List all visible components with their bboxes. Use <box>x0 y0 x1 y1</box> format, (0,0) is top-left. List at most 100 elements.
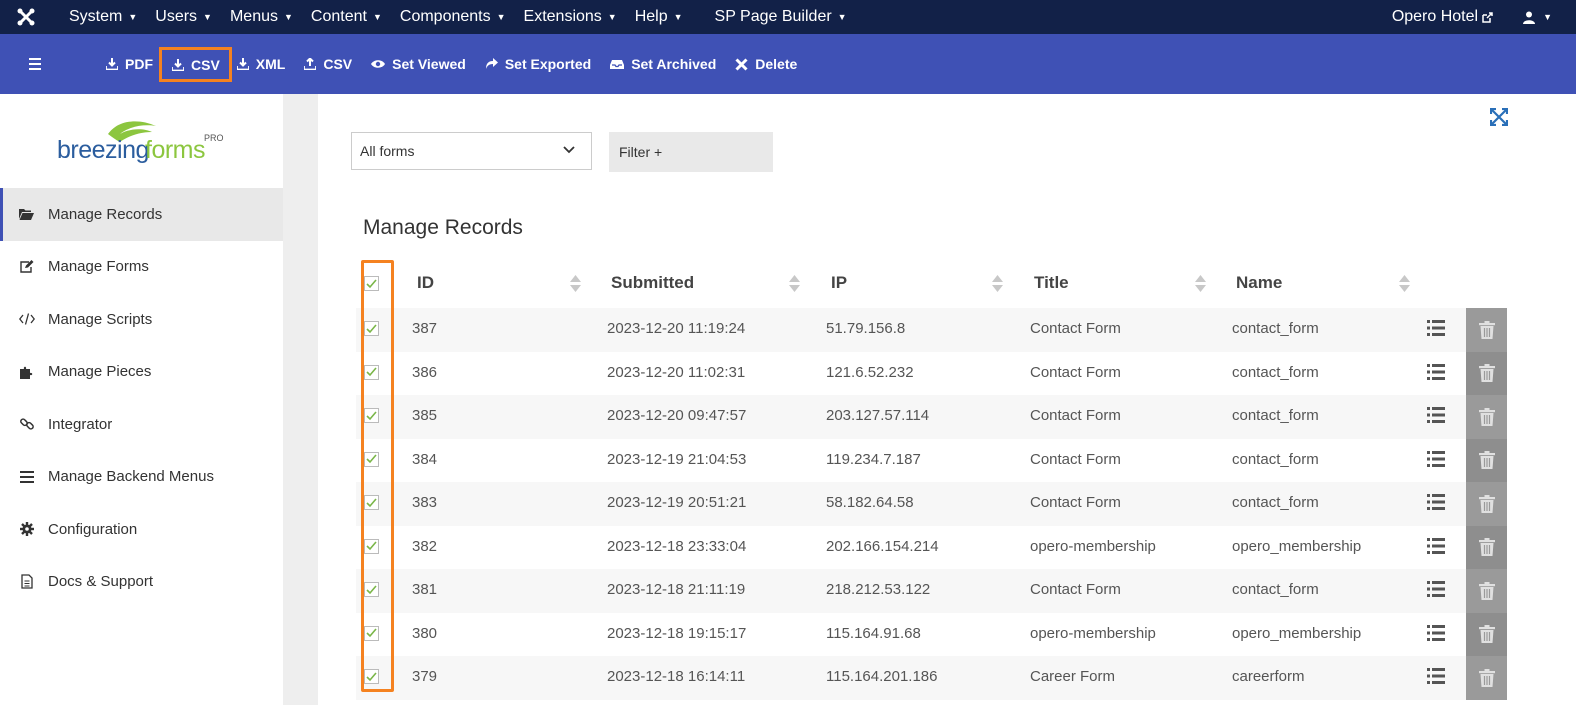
trash-icon[interactable] <box>1466 656 1507 700</box>
upload-icon <box>304 58 317 70</box>
menu-components[interactable]: Components ▼ <box>400 8 506 26</box>
set-exported-button[interactable]: Set Exported <box>485 56 591 72</box>
cell-ip: 218.212.53.122 <box>826 581 931 598</box>
list-icon[interactable] <box>1427 537 1445 558</box>
sort-icon[interactable] <box>570 275 581 297</box>
row-checkbox[interactable] <box>364 321 379 336</box>
list-icon[interactable] <box>1427 363 1445 384</box>
table-row[interactable]: 386 2023-12-20 11:02:31 121.6.52.232 Contac… <box>356 351 1507 395</box>
cell-name: contact_form <box>1232 407 1319 424</box>
sort-icon[interactable] <box>992 275 1003 297</box>
menu-system[interactable]: System ▼ <box>69 8 137 26</box>
cell-title: Contact Form <box>1030 494 1121 511</box>
list-icon[interactable] <box>1427 494 1445 514</box>
row-checkbox[interactable] <box>364 364 379 380</box>
caret-down-icon: ▼ <box>496 12 506 22</box>
filter-button[interactable]: Filter + <box>609 132 773 172</box>
col-header-submitted[interactable]: Submitted <box>611 273 694 293</box>
cell-ip: 119.234.7.187 <box>826 450 921 468</box>
set-viewed-button[interactable]: Set Viewed <box>371 56 466 72</box>
table-row[interactable]: 379 2023-12-18 16:14:11 115.164.201.186 Car… <box>356 656 1507 700</box>
trash-icon[interactable] <box>1466 569 1507 613</box>
col-header-ip[interactable]: IP <box>831 273 847 293</box>
sidebar-item-manage-records[interactable]: Manage Records <box>0 188 283 241</box>
sort-icon[interactable] <box>789 275 800 297</box>
sidebar-item-docs-support[interactable]: Docs & Support <box>0 556 283 609</box>
menu-users[interactable]: Users ▼ <box>155 8 212 26</box>
hamburger-menu-icon[interactable] <box>29 58 49 70</box>
trash-icon[interactable] <box>1466 308 1507 352</box>
cell-name: opero_membership <box>1232 537 1362 555</box>
trash-icon[interactable] <box>1466 612 1507 656</box>
table-row[interactable]: 381 2023-12-18 21:11:19 218.212.53.122 Cont… <box>356 569 1507 613</box>
cell-title: opero-membership <box>1030 624 1156 642</box>
list-icon[interactable] <box>1427 581 1445 601</box>
row-checkbox[interactable] <box>364 669 379 684</box>
breezingforms-logo: breezing forms PRO <box>0 94 283 188</box>
menu-extensions[interactable]: Extensions ▼ <box>524 8 617 26</box>
external-link-icon <box>1482 11 1493 23</box>
folder-open-icon <box>18 208 35 221</box>
trash-icon[interactable] <box>1466 395 1507 439</box>
trash-icon[interactable] <box>1466 482 1507 526</box>
list-icon[interactable] <box>1427 320 1445 340</box>
cell-submitted: 2023-12-18 19:15:17 <box>607 624 747 642</box>
table-row[interactable]: 382 2023-12-18 23:33:04 202.166.154.214 ope… <box>356 525 1507 569</box>
cell-name: contact_form <box>1232 363 1319 381</box>
user-icon <box>1523 11 1536 24</box>
menu-help[interactable]: Help ▼ <box>635 8 683 26</box>
set-archived-button[interactable]: Set Archived <box>610 56 716 72</box>
menu-content[interactable]: Content ▼ <box>311 8 382 26</box>
col-header-id[interactable]: ID <box>417 273 434 293</box>
sidebar-item-manage-forms[interactable]: Manage Forms <box>0 241 283 294</box>
list-icon[interactable] <box>1427 668 1445 688</box>
sidebar-item-integrator[interactable]: Integrator <box>0 398 283 451</box>
table-row[interactable]: 385 2023-12-20 09:47:57 203.127.57.114 Cont… <box>356 395 1507 439</box>
expand-icon[interactable] <box>1489 107 1509 131</box>
close-icon <box>735 57 748 71</box>
import-csv-button[interactable]: CSV <box>304 56 352 72</box>
sort-icon[interactable] <box>1399 275 1410 297</box>
row-checkbox[interactable] <box>364 495 379 510</box>
export-csv-button[interactable]: CSV <box>159 46 232 82</box>
sidebar-item-manage-backend-menus[interactable]: Manage Backend Menus <box>0 451 283 504</box>
download-icon <box>106 58 118 70</box>
sidebar-item-manage-pieces[interactable]: Manage Pieces <box>0 346 283 399</box>
export-pdf-button[interactable]: PDF <box>106 56 153 72</box>
select-all-checkbox[interactable] <box>364 276 379 291</box>
cell-ip: 115.164.91.68 <box>826 624 921 642</box>
col-header-name[interactable]: Name <box>1236 273 1282 293</box>
table-row[interactable]: 384 2023-12-19 21:04:53 119.234.7.187 Conta… <box>356 438 1507 482</box>
table-row[interactable]: 383 2023-12-19 20:51:21 58.182.64.58 Contac… <box>356 482 1507 526</box>
svg-text:breezing: breezing <box>57 136 149 164</box>
delete-button[interactable]: Delete <box>735 56 797 72</box>
joomla-logo-icon[interactable] <box>16 0 52 34</box>
code-icon <box>18 313 35 325</box>
trash-icon[interactable] <box>1466 438 1507 482</box>
sidebar-item-configuration[interactable]: Configuration <box>0 503 283 556</box>
caret-down-icon: ▼ <box>372 12 382 22</box>
trash-icon[interactable] <box>1466 525 1507 569</box>
trash-icon[interactable] <box>1466 351 1507 395</box>
menu-menus[interactable]: Menus ▼ <box>230 8 293 26</box>
export-xml-button[interactable]: XML <box>236 56 285 72</box>
list-icon[interactable] <box>1427 624 1445 645</box>
form-select[interactable]: All forms <box>351 132 592 170</box>
menu-sp-page-builder[interactable]: SP Page Builder ▼ <box>715 8 847 26</box>
table-row[interactable]: 387 2023-12-20 11:19:24 51.79.156.8 Contact… <box>356 308 1507 352</box>
table-row[interactable]: 380 2023-12-18 19:15:17 115.164.91.68 opero… <box>356 612 1507 656</box>
list-icon[interactable] <box>1427 407 1445 427</box>
list-icon[interactable] <box>1427 450 1445 471</box>
cell-title: Contact Form <box>1030 320 1121 337</box>
row-checkbox[interactable] <box>364 408 379 423</box>
row-checkbox[interactable] <box>364 538 379 554</box>
site-link[interactable]: Opero Hotel <box>1392 8 1493 26</box>
col-header-title[interactable]: Title <box>1034 273 1069 293</box>
sidebar-item-manage-scripts[interactable]: Manage Scripts <box>0 293 283 346</box>
cell-submitted: 2023-12-19 20:51:21 <box>607 494 747 511</box>
sort-icon[interactable] <box>1195 275 1206 297</box>
user-menu[interactable]: ▼ <box>1523 11 1552 24</box>
row-checkbox[interactable] <box>364 582 379 597</box>
row-checkbox[interactable] <box>364 451 379 467</box>
row-checkbox[interactable] <box>364 625 379 641</box>
